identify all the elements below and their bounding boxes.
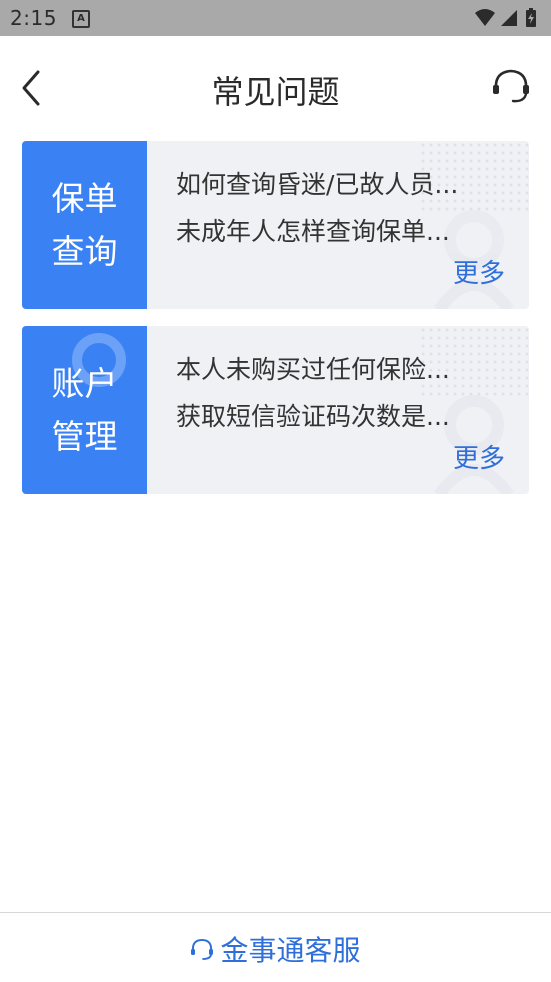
system-icons [475, 8, 536, 27]
signal-icon [501, 10, 517, 26]
category-tile-label: 保单 查询 [51, 179, 118, 271]
category-tile: 账户 管理 [22, 326, 147, 494]
more-link[interactable]: 更多 [453, 438, 505, 475]
category-tile: 保单 查询 [22, 141, 147, 309]
wifi-icon [475, 9, 495, 26]
more-link[interactable]: 更多 [453, 253, 505, 290]
faq-question-link[interactable]: 未成年人怎样查询保单... [176, 212, 450, 248]
headset-icon [493, 69, 529, 103]
faq-question-link[interactable]: 本人未购买过任何保险... [176, 350, 450, 386]
status-time: 2:15 [10, 6, 57, 30]
category-tile-label: 账户 管理 [51, 364, 118, 456]
status-bar: 2:15 A [0, 0, 551, 36]
page-title: 常见问题 [211, 73, 340, 111]
battery-icon [526, 8, 536, 27]
faq-category-card-policy[interactable]: 保单 查询 如何查询昏迷/已故人员... 未成年人怎样查询保单... 更多 [22, 141, 529, 309]
online-service-button[interactable]: 金事通客服 [0, 929, 551, 969]
faq-question-link[interactable]: 如何查询昏迷/已故人员... [176, 165, 458, 201]
headset-icon [191, 938, 214, 960]
bottom-bar: 金事通客服 [0, 912, 551, 982]
online-service-label: 金事通客服 [220, 934, 361, 967]
customer-service-button[interactable] [491, 66, 531, 106]
faq-question-link[interactable]: 获取短信验证码次数是... [176, 397, 450, 433]
notification-icon: A [72, 10, 90, 28]
top-nav-bar: 常见问题 [0, 36, 551, 140]
faq-category-card-account[interactable]: 账户 管理 本人未购买过任何保险... 获取短信验证码次数是... 更多 [22, 326, 529, 494]
